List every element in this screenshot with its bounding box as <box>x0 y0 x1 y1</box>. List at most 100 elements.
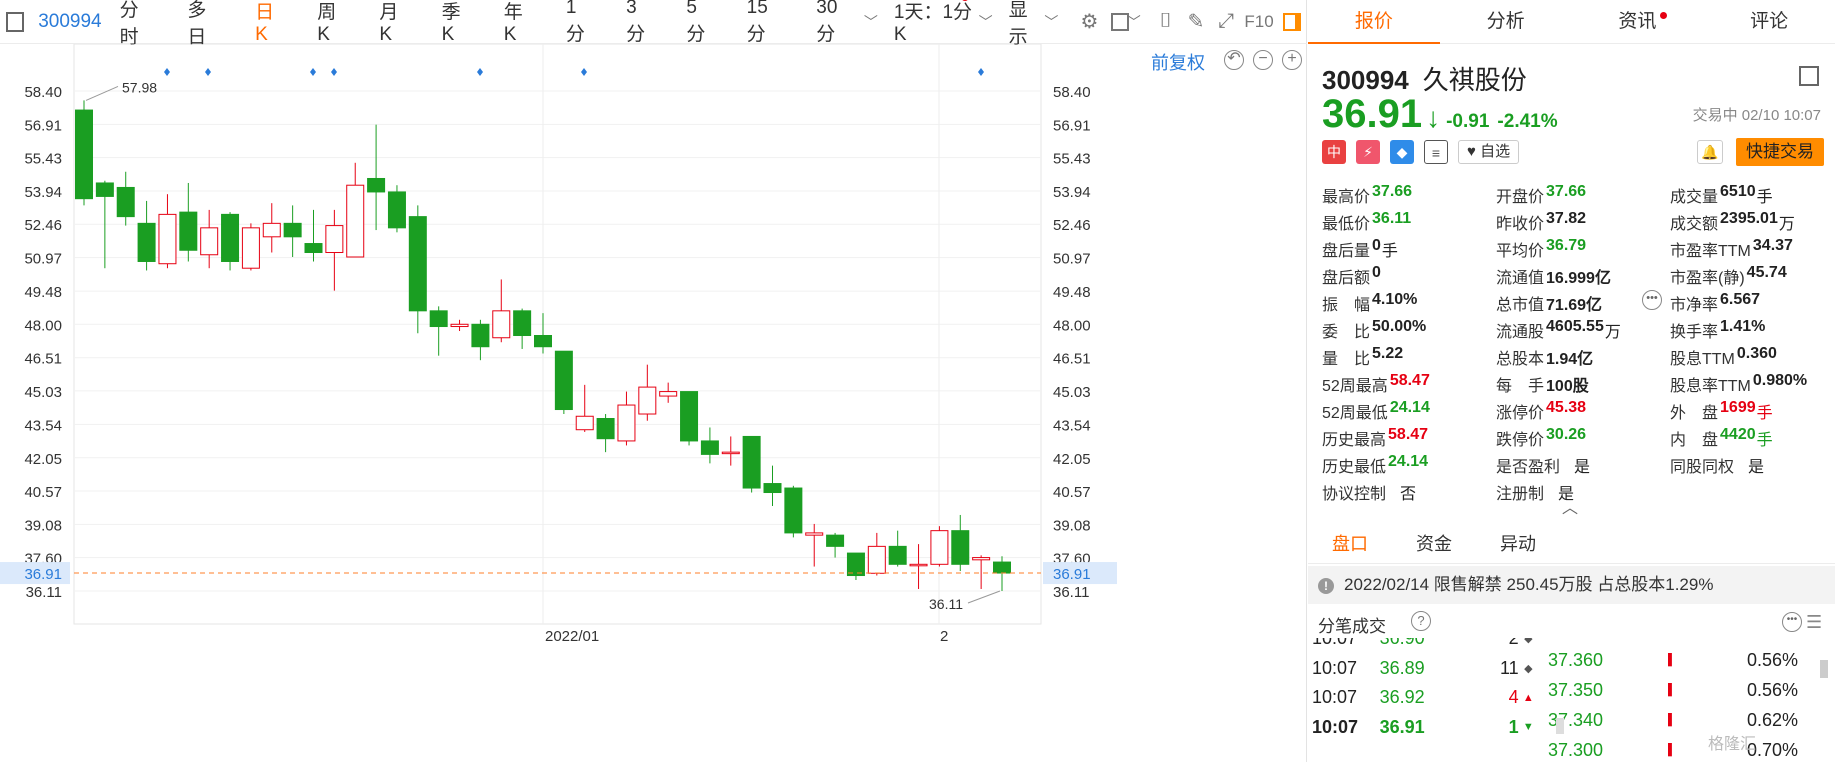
period-15min[interactable]: 15分 <box>747 0 783 46</box>
camera-icon[interactable]: ⌷ <box>1151 5 1181 39</box>
quote-cell: 内 盘 4420 手 <box>1670 426 1832 450</box>
low-marker-label: 36.11 <box>929 596 963 612</box>
quote-label: 开盘价 <box>1496 188 1545 206</box>
chevron-down-icon[interactable]: ﹀ <box>1127 12 1141 32</box>
quote-value: 24.14 <box>1388 452 1429 470</box>
quote-label: 涨停价 <box>1496 404 1545 422</box>
price-change-pct: -2.41% <box>1497 111 1558 132</box>
period-multiday[interactable]: 多日 <box>187 0 221 49</box>
tab-orderbook[interactable]: 盘口 <box>1308 524 1392 563</box>
add-watchlist-button[interactable]: ♥ 自选 <box>1458 140 1520 164</box>
display-dropdown[interactable]: 显示 <box>1009 0 1043 49</box>
quote-row: 历史最低 24.14 是否盈利是同股同权是 <box>1322 451 1832 478</box>
price-row: 36.91 ↓ -0.91 -2.41% <box>1322 92 1558 137</box>
chevron-down-icon[interactable]: ﹀ <box>979 12 993 32</box>
event-marker-icon <box>164 68 170 76</box>
tick-price: 36.90 <box>1379 638 1425 649</box>
candle-body <box>262 222 281 238</box>
notification-dot <box>960 0 969 1</box>
quote-value: 6.567 <box>1720 290 1761 308</box>
candle-body <box>930 530 949 565</box>
tab-news[interactable]: 资讯 <box>1572 0 1704 43</box>
help-icon[interactable]: ? <box>1411 611 1431 631</box>
period-month-k[interactable]: 月K <box>379 0 407 46</box>
lightning-icon[interactable]: ⚡ <box>1356 140 1380 164</box>
chart-panel: 300994 分时 多日 日K 周K 月K 季K 年K 1分 3分 5分 15分… <box>0 0 1307 762</box>
candlestick-chart[interactable]: 58.40 58.40 56.91 56.91 55.43 55.43 53.94 53.94… <box>0 44 1307 762</box>
period-30min[interactable]: 30分 <box>816 0 852 46</box>
event-marker-icon <box>581 68 587 76</box>
period-3min[interactable]: 3分 <box>626 0 652 46</box>
tag-icon[interactable]: ◆ <box>1390 140 1414 164</box>
watchlist-label: 自选 <box>1480 143 1511 160</box>
quote-label: 总股本 <box>1496 350 1545 368</box>
period-week-k[interactable]: 周K <box>317 0 345 46</box>
distribution-price: 37.360 <box>1548 649 1604 670</box>
y-tick-label: 52.46 <box>24 217 62 234</box>
candle-body <box>659 391 678 397</box>
tab-analysis[interactable]: 分析 <box>1440 0 1572 43</box>
panel-toggle-icon[interactable] <box>6 11 25 32</box>
y-tick-label: 40.57 <box>1053 484 1091 501</box>
quote-value: 30.26 <box>1546 425 1587 443</box>
quote-value: 4420 <box>1720 425 1756 443</box>
candle-body <box>846 552 865 577</box>
draw-icon[interactable]: ✎ <box>1181 5 1211 39</box>
more-icon[interactable]: ••• <box>1642 290 1662 310</box>
quote-row: 历史最高 58.47 跌停价 30.26 内 盘 4420 手 <box>1322 424 1832 451</box>
chevron-down-icon[interactable]: ﹀ <box>1044 12 1058 32</box>
chevron-down-icon[interactable]: ﹀ <box>864 12 878 32</box>
y-tick-label: 50.97 <box>1053 251 1091 268</box>
bell-icon[interactable]: 🔔 <box>1697 140 1723 164</box>
document-icon[interactable]: ≡ <box>1424 140 1448 164</box>
more-icon[interactable]: ••• <box>1782 612 1802 632</box>
distribution-row: 37.360 ▌ 0.56% <box>1548 645 1818 675</box>
period-1min[interactable]: 1分 <box>566 0 592 46</box>
quote-label: 历史最高 <box>1322 431 1387 449</box>
candle-body <box>325 225 344 254</box>
tab-fund[interactable]: 资金 <box>1392 524 1476 563</box>
candle-body <box>763 483 782 494</box>
candle-body <box>909 563 928 567</box>
distribution-row: 37.300 ▌ 0.70% <box>1548 735 1818 762</box>
quote-cell: 量 比 5.22 <box>1322 345 1496 369</box>
quote-cell: 最高价 37.66 <box>1322 183 1496 207</box>
candle-body <box>387 191 406 229</box>
quote-cell: 换手率 1.41% <box>1670 318 1832 342</box>
fullscreen-icon[interactable]: ⤢ <box>1211 5 1241 39</box>
quote-row: 委 比 50.00% 流通股 4605.55 万换手率 1.41% <box>1322 316 1832 343</box>
scrollbar[interactable] <box>1820 660 1828 678</box>
period-day-k[interactable]: 日K <box>255 0 283 46</box>
china-flag-icon[interactable]: 中 <box>1322 140 1346 164</box>
quick-trade-button[interactable]: 快捷交易 <box>1736 138 1824 166</box>
quote-cell: 流通股 4605.55 万 <box>1496 318 1670 342</box>
chart-toolbar: 300994 分时 多日 日K 周K 月K 季K 年K 1分 3分 5分 15分… <box>0 0 1307 48</box>
tab-anomaly[interactable]: 异动 <box>1476 524 1560 563</box>
quote-cell: 委 比 50.00% <box>1322 318 1496 342</box>
fold-icon[interactable] <box>1799 66 1819 86</box>
collapse-chevron-icon[interactable]: ︿ <box>1562 494 1578 518</box>
tab-comments[interactable]: 评论 <box>1703 0 1835 43</box>
last-price: 36.91 <box>1322 92 1423 136</box>
quote-value: 37.82 <box>1546 209 1587 227</box>
period-intraday[interactable]: 分时 <box>120 0 154 49</box>
candle-body <box>408 216 427 312</box>
settings-icon[interactable]: ⚙ <box>1074 5 1104 39</box>
quote-row: 52周最低 24.14 涨停价 45.38 外 盘 1699 手 <box>1322 397 1832 424</box>
candle-body <box>137 222 156 262</box>
period-5min[interactable]: 5分 <box>686 0 712 46</box>
multi-period-dropdown[interactable]: 1天：1分K <box>894 0 975 46</box>
period-year-k[interactable]: 年K <box>504 0 532 46</box>
tab-quote[interactable]: 报价 <box>1308 0 1440 44</box>
stock-code-label[interactable]: 300994 <box>38 11 101 33</box>
quote-cell: 外 盘 1699 手 <box>1670 399 1832 423</box>
period-quarter-k[interactable]: 季K <box>442 0 470 46</box>
scrollbar[interactable] <box>1556 718 1564 734</box>
candle-body <box>680 391 699 442</box>
quote-value: 37.66 <box>1546 182 1587 200</box>
list-icon[interactable]: ☰ <box>1806 612 1822 633</box>
f10-button[interactable]: F10 <box>1241 5 1277 39</box>
unlock-notice[interactable]: ! 2022/02/14 限售解禁 250.45万股 占总股本1.29% <box>1308 566 1835 604</box>
y-tick-label: 56.91 <box>1053 117 1091 134</box>
sidebar-toggle-icon[interactable] <box>1277 5 1307 39</box>
